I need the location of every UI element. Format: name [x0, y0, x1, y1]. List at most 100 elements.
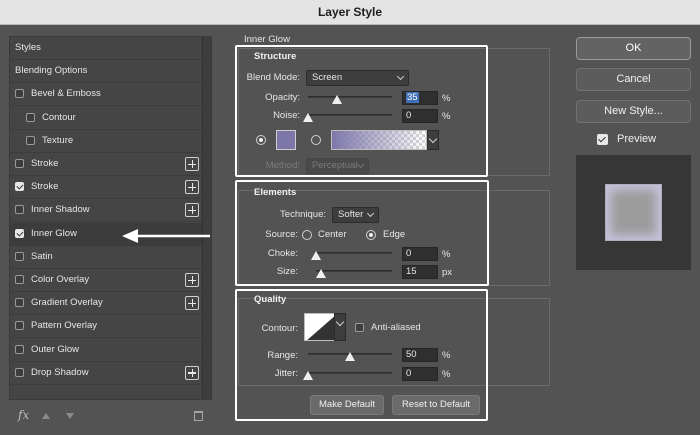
source-center-radio[interactable] [302, 230, 312, 240]
choke-label: Choke: [267, 248, 298, 259]
jitter-unit: % [442, 369, 451, 380]
opacity-unit: % [442, 93, 451, 104]
opacity-input[interactable]: 35 [402, 91, 438, 105]
style-item-styles[interactable]: Styles [10, 37, 211, 60]
range-value: 50 [406, 349, 417, 360]
style-item-texture[interactable]: Texture [10, 130, 211, 153]
style-item-stroke[interactable]: Stroke [10, 153, 211, 176]
gradient-picker[interactable] [331, 130, 427, 150]
chevron-down-icon [396, 72, 405, 81]
annotation-arrow-icon [122, 229, 210, 243]
range-input[interactable]: 50 [402, 348, 438, 362]
style-item-checkbox[interactable] [15, 89, 24, 99]
jitter-slider[interactable] [308, 372, 392, 374]
style-item-checkbox[interactable] [15, 159, 24, 168]
style-item-label: Inner Glow [31, 227, 77, 239]
chevron-down-icon [356, 160, 365, 169]
styles-list-scrollbar[interactable] [202, 36, 211, 400]
noise-value: 0 [406, 110, 412, 121]
styles-list-toolbar: fx [0, 405, 215, 429]
opacity-slider-thumb[interactable] [332, 95, 343, 104]
technique-value: Softer [338, 209, 364, 220]
size-input[interactable]: 15 [402, 265, 438, 279]
blend-mode-value: Screen [312, 72, 343, 83]
cancel-button[interactable]: Cancel [576, 68, 691, 91]
source-label: Source: [265, 229, 298, 240]
style-item-checkbox[interactable] [15, 344, 24, 354]
chevron-down-icon [366, 209, 375, 218]
trash-icon[interactable] [194, 411, 203, 421]
anti-aliased-checkbox[interactable] [355, 323, 364, 332]
glow-color-swatch[interactable] [276, 130, 296, 150]
style-item-drop-shadow[interactable]: Drop Shadow [10, 362, 211, 385]
style-item-checkbox[interactable] [15, 228, 24, 238]
style-item-gradient-overlay[interactable]: Gradient Overlay [10, 292, 211, 316]
choke-input[interactable]: 0 [402, 247, 438, 261]
style-item-checkbox[interactable] [15, 275, 24, 284]
noise-input[interactable]: 0 [402, 109, 438, 123]
jitter-input[interactable]: 0 [402, 367, 438, 381]
window-title: Layer Style [0, 0, 700, 25]
noise-slider[interactable] [308, 114, 392, 116]
add-effect-plus-icon[interactable] [185, 273, 199, 287]
style-item-label: Styles [15, 42, 41, 53]
style-item-pattern-overlay[interactable]: Pattern Overlay [10, 315, 211, 339]
size-slider[interactable] [316, 270, 392, 272]
style-item-label: Contour [42, 111, 76, 123]
technique-select[interactable]: Softer [332, 207, 379, 223]
add-effect-plus-icon[interactable] [185, 157, 199, 171]
style-item-stroke[interactable]: Stroke [10, 176, 211, 200]
add-effect-plus-icon[interactable] [185, 296, 199, 311]
style-item-outer-glow[interactable]: Outer Glow [10, 339, 211, 362]
style-item-checkbox[interactable] [26, 112, 35, 122]
method-label: Method: [265, 160, 300, 171]
add-effect-plus-icon[interactable] [185, 180, 199, 195]
style-item-blending-options[interactable]: Blending Options [10, 60, 211, 84]
style-preview [576, 155, 691, 270]
blend-mode-select[interactable]: Screen [306, 70, 409, 86]
contour-label: Contour: [261, 323, 298, 334]
style-item-checkbox[interactable] [26, 135, 35, 145]
style-item-checkbox[interactable] [15, 298, 24, 308]
method-select[interactable]: Perceptual [306, 158, 369, 174]
gradient-radio[interactable] [311, 135, 321, 145]
opacity-label: Opacity: [265, 92, 300, 103]
move-down-icon[interactable] [66, 413, 74, 419]
choke-slider-thumb[interactable] [311, 251, 321, 260]
style-item-checkbox[interactable] [15, 251, 24, 261]
structure-title: Structure [254, 51, 297, 62]
solid-color-radio[interactable] [256, 135, 266, 145]
noise-slider-thumb[interactable] [303, 113, 313, 122]
style-item-checkbox[interactable] [15, 182, 24, 192]
ok-button[interactable]: OK [576, 37, 691, 60]
range-slider-thumb[interactable] [345, 352, 355, 361]
size-slider-thumb[interactable] [315, 269, 326, 278]
add-effect-plus-icon[interactable] [185, 203, 199, 218]
make-default-button[interactable]: Make Default [310, 395, 384, 415]
style-item-label: Color Overlay [31, 274, 90, 285]
style-item-color-overlay[interactable]: Color Overlay [10, 269, 211, 292]
opacity-slider[interactable] [308, 96, 392, 98]
style-item-satin[interactable]: Satin [10, 246, 211, 269]
choke-slider[interactable] [316, 252, 392, 254]
contour-picker[interactable] [304, 313, 336, 341]
style-item-checkbox[interactable] [15, 205, 24, 215]
style-item-checkbox[interactable] [15, 367, 24, 377]
move-up-icon[interactable] [42, 413, 50, 419]
contour-dropdown-chevron-icon[interactable] [334, 313, 346, 341]
jitter-slider-thumb[interactable] [303, 371, 313, 380]
new-style-button[interactable]: New Style... [576, 100, 691, 123]
style-item-label: Pattern Overlay [31, 320, 97, 332]
style-item-contour[interactable]: Contour [10, 107, 211, 130]
style-item-inner-shadow[interactable]: Inner Shadow [10, 199, 211, 223]
style-item-bevel-emboss[interactable]: Bevel & Emboss [10, 83, 211, 107]
style-item-checkbox[interactable] [15, 321, 24, 331]
style-item-label: Inner Shadow [31, 204, 90, 216]
reset-to-default-button[interactable]: Reset to Default [392, 395, 480, 415]
add-effect-plus-icon[interactable] [185, 365, 199, 380]
preview-checkbox[interactable] [597, 134, 608, 145]
fx-icon[interactable]: fx [18, 408, 29, 422]
source-edge-label: Edge [383, 229, 406, 240]
source-edge-radio[interactable] [366, 230, 376, 240]
gradient-dropdown-chevron-icon[interactable] [427, 130, 439, 150]
